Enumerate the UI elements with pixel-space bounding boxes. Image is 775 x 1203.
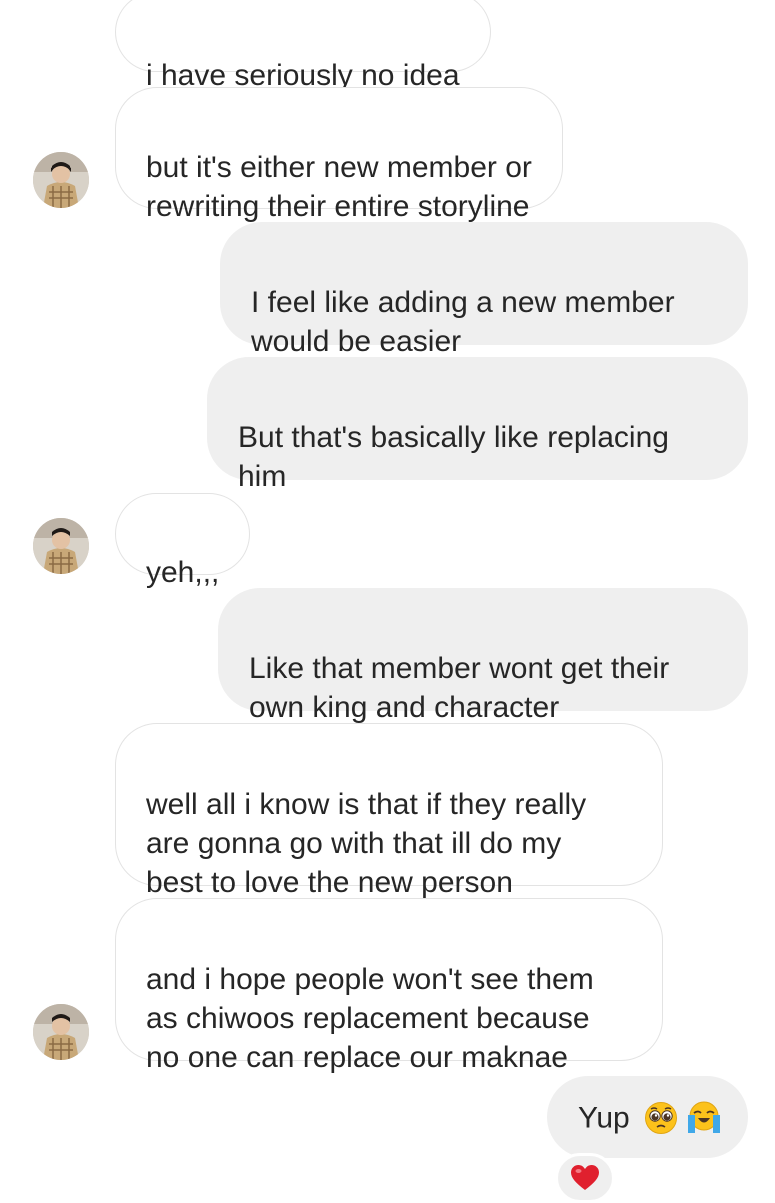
avatar[interactable] [33, 1004, 89, 1060]
message-text: yeh,,, [146, 556, 220, 589]
reaction-badge[interactable] [555, 1153, 615, 1203]
message-bubble-incoming[interactable]: i have seriously no idea [115, 0, 491, 92]
message-bubble-incoming[interactable]: well all i know is that if they really a… [115, 723, 663, 899]
message-bubble-outgoing[interactable]: Yup [547, 1076, 748, 1158]
pleading-face-icon [645, 1102, 678, 1135]
message-text: but it's either new member or rewriting … [146, 151, 532, 223]
message-bubble-outgoing[interactable]: But that's basically like replacing him [207, 357, 748, 493]
message-bubble-incoming[interactable]: yeh,,, [115, 493, 251, 589]
message-text: well all i know is that if they really a… [146, 788, 587, 899]
avatar[interactable] [33, 152, 89, 208]
loudly-crying-face-icon [688, 1101, 721, 1134]
message-text: and i hope people won't see them as chiw… [146, 963, 594, 1074]
message-text: But that's basically like replacing him [238, 421, 669, 493]
red-heart-icon [571, 1165, 599, 1190]
message-text: Like that member wont get their own king… [249, 652, 670, 724]
message-text: I feel like adding a new member would be… [251, 286, 675, 358]
message-bubble-incoming[interactable]: but it's either new member or rewriting … [115, 87, 563, 223]
avatar[interactable] [33, 518, 89, 574]
message-bubble-outgoing[interactable]: Like that member wont get their own king… [218, 588, 748, 724]
message-bubble-outgoing[interactable]: I feel like adding a new member would be… [220, 222, 748, 358]
message-text: Yup [578, 1101, 630, 1135]
message-bubble-incoming[interactable]: and i hope people won't see them as chiw… [115, 898, 663, 1074]
